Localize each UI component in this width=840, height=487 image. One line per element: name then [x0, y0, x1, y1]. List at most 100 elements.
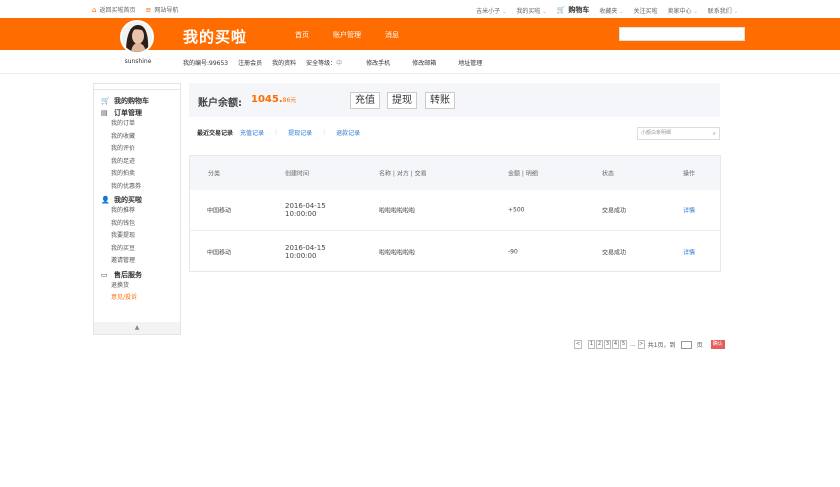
avatar-image: [122, 22, 152, 52]
chevron-down-icon: ⌄: [542, 8, 547, 15]
row-status: 交易成功: [602, 249, 627, 256]
chevron-down-icon: ⌄: [502, 8, 507, 15]
address-management-link[interactable]: 地址管理: [458, 58, 482, 67]
tab-withdraw-records[interactable]: 提现记录: [288, 128, 312, 137]
row-amount: +500: [508, 206, 525, 214]
contact-menu[interactable]: 联系我们 ⌄: [708, 6, 738, 15]
sidebar-group-after-sales[interactable]: ▭ 售后服务: [94, 270, 180, 280]
pager-page-unit: 页: [696, 342, 703, 349]
user-icon: 👤: [101, 196, 110, 204]
balance-label: 账户余额:: [198, 98, 242, 109]
tab-refund-records[interactable]: 退款记录: [336, 128, 360, 137]
sidebar: 🛒 我的购物车 ▤ 订单管理 我的订单 我的收藏 我的评价 我的足迹 我的拍卖 我的…: [93, 83, 181, 335]
header-amount: 金额 | 明细: [508, 170, 538, 178]
cart-link[interactable]: 🛒 购物车: [557, 5, 590, 15]
row-detail-link[interactable]: 详情: [683, 247, 695, 256]
page-3-button[interactable]: 3: [604, 340, 611, 349]
sidebar-item-feedback[interactable]: 意见/投诉: [94, 292, 180, 305]
avatar[interactable]: [120, 20, 154, 54]
nav-account[interactable]: 账户管理: [333, 30, 361, 54]
follow-link[interactable]: 关注买啦: [634, 6, 658, 15]
my-buy-menu[interactable]: 我的买啦 ⌄: [516, 6, 546, 15]
my-profile-link[interactable]: 我的资料: [272, 58, 296, 67]
register-member-link[interactable]: 注册会员: [238, 58, 262, 67]
transfer-button[interactable]: 转账: [425, 92, 455, 109]
nav-home[interactable]: 首页: [295, 30, 309, 40]
row-category: 中国移动: [207, 249, 232, 256]
row-created-time: 2016-04-15 10:00:00: [285, 202, 326, 218]
order-icon: ▤: [101, 109, 108, 117]
recharge-button[interactable]: 充值: [350, 92, 380, 109]
page-jump-input[interactable]: [680, 340, 692, 349]
security-level: 安全等级：中: [306, 60, 343, 67]
pager-ellipsis: ...: [630, 341, 636, 348]
tab-separator: |: [323, 129, 326, 136]
nav-messages[interactable]: 消息: [385, 30, 399, 40]
page-2-button[interactable]: 2: [596, 340, 603, 349]
header-created-time: 创建时间: [285, 170, 310, 178]
member-number: 我的编号:99653: [183, 60, 229, 67]
sidebar-item-recommend[interactable]: 我的推荐: [94, 205, 180, 218]
transactions-table: 分类 创建时间 名称 | 对方 | 交易 金额 | 明细 状态 操作 中国移动 …: [189, 155, 721, 272]
sidebar-item-reviews[interactable]: 我的评价: [94, 143, 180, 156]
top-utility-bar: ⌂ 返回买啦首页 ≡ 网站导航 吉米小子 ⌄ 我的买啦 ⌄ 🛒 购物车 收藏夹 ⌄ 关注买啦…: [0, 0, 840, 18]
service-icon: ▭: [101, 270, 108, 279]
user-menu[interactable]: 吉米小子 ⌄: [476, 6, 506, 15]
cart-icon: 🛒: [556, 6, 566, 14]
page-1-button[interactable]: 1: [588, 340, 595, 349]
withdraw-button[interactable]: 提现: [387, 92, 417, 109]
sidebar-item-auctions[interactable]: 我的拍卖: [94, 168, 180, 181]
favorites-menu[interactable]: 收藏夹 ⌄: [599, 6, 623, 15]
home-icon: ⌂: [92, 6, 97, 14]
header-name: 名称 | 对方 | 交易: [379, 170, 427, 178]
edit-phone-link[interactable]: 修改手机: [366, 58, 390, 67]
table-row: 中国移动 2016-04-15 10:00:00 啦啦啦啦啦啦 -90 交易成功 …: [190, 231, 720, 272]
sidebar-group-orders[interactable]: ▤ 订单管理: [94, 108, 180, 118]
sidebar-item-invites[interactable]: 邀请管理: [94, 255, 180, 268]
table-row: 中国移动 2016-04-15 10:00:00 啦啦啦啦啦啦 +500 交易成功…: [190, 190, 720, 231]
next-page-button[interactable]: >: [637, 340, 645, 349]
chevron-down-icon: ⌄: [733, 8, 738, 15]
sidebar-group-my-buy[interactable]: 👤 我的买啦: [94, 195, 180, 205]
row-amount: -90: [508, 248, 518, 255]
header-status: 状态: [602, 170, 615, 178]
row-name: 啦啦啦啦啦啦: [379, 249, 416, 256]
records-search-input[interactable]: 小额白条明细 ⌕: [637, 127, 720, 140]
sidebar-item-wallet[interactable]: 我的钱包: [94, 218, 180, 231]
sidebar-item-my-orders[interactable]: 我的订单: [94, 118, 180, 131]
brand-title: 我的买啦: [183, 28, 248, 46]
header-category: 分类: [208, 170, 221, 178]
page-5-button[interactable]: 5: [620, 340, 627, 349]
row-name: 啦啦啦啦啦啦: [379, 207, 416, 215]
subnav-divider: [0, 73, 840, 74]
chevron-down-icon: ⌄: [619, 8, 624, 15]
prev-page-button[interactable]: <: [574, 340, 582, 349]
sidebar-item-favorites[interactable]: 我的收藏: [94, 131, 180, 144]
pager-confirm-button[interactable]: 确认: [710, 340, 725, 349]
sidebar-item-coupons[interactable]: 我的优惠券: [94, 181, 180, 194]
main-nav: 首页 账户管理 消息: [295, 30, 423, 54]
seller-center-menu[interactable]: 卖家中心 ⌄: [668, 6, 698, 15]
sidebar-item-returns[interactable]: 退换货: [94, 280, 180, 293]
chevron-down-icon: ⌄: [693, 8, 698, 15]
page-4-button[interactable]: 4: [612, 340, 619, 349]
header-action: 操作: [683, 170, 696, 178]
home-link[interactable]: ⌂ 返回买啦首页: [92, 5, 135, 14]
row-status: 交易成功: [602, 207, 627, 215]
search-icon[interactable]: ⌕: [713, 128, 716, 139]
sidebar-item-footprints[interactable]: 我的足迹: [94, 156, 180, 169]
pagination: < 1 2 3 4 5 ... > 共1页，到 页 确认: [574, 340, 725, 349]
sidebar-top-cap: [94, 84, 180, 90]
sidebar-group-cart[interactable]: 🛒 我的购物车: [94, 96, 180, 106]
username: sunshine: [124, 58, 152, 65]
row-detail-link[interactable]: 详情: [683, 206, 695, 215]
sidebar-item-withdraw[interactable]: 我要提现: [94, 230, 180, 243]
header-search-input[interactable]: [619, 27, 745, 41]
pager-total: 共1页，到: [647, 342, 676, 349]
edit-email-link[interactable]: 修改邮箱: [412, 58, 436, 67]
sidebar-collapse-button[interactable]: ▲: [94, 322, 180, 334]
cart-icon: 🛒: [101, 97, 110, 105]
site-nav-link[interactable]: ≡ 网站导航: [145, 5, 178, 14]
sidebar-item-beans[interactable]: 我的买豆: [94, 243, 180, 256]
tab-recharge-records[interactable]: 充值记录: [240, 128, 264, 137]
